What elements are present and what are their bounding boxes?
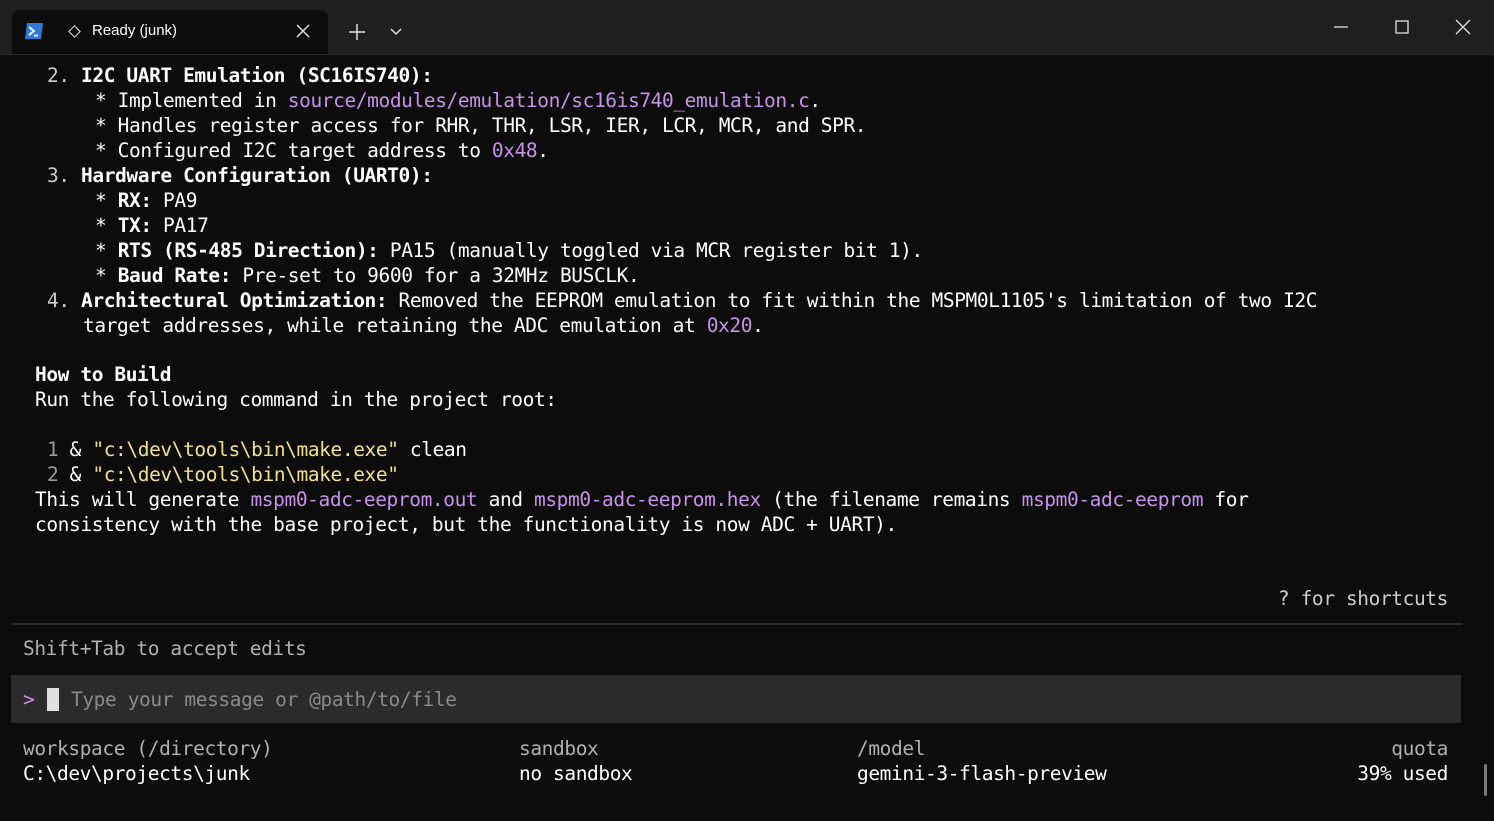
bullet-implemented: * Implemented in source/modules/emulatio… <box>95 88 821 113</box>
generate-line-2: consistency with the base project, but t… <box>35 513 897 536</box>
build-intro: Run the following command in the project… <box>35 388 557 411</box>
bullet-tx: * TX: PA17 <box>95 213 209 238</box>
operator: & <box>58 463 93 486</box>
value: PA15 (manually toggled via MCR register … <box>378 239 923 262</box>
value: PA9 <box>151 189 198 212</box>
value: PA17 <box>151 214 209 237</box>
bullet-rx: * RX: PA9 <box>95 188 197 213</box>
file-name: mspm0-adc-eeprom.out <box>250 488 478 511</box>
bullet: * <box>95 239 118 262</box>
text: target addresses, while retaining the AD… <box>83 314 707 337</box>
label: Baud Rate: <box>117 264 232 287</box>
line-number: 2 <box>47 463 59 486</box>
list-item-3: 3. Hardware Configuration (UART0): <box>47 163 433 188</box>
quota-label: quota <box>1391 737 1448 760</box>
workspace-path: C:\dev\projects\junk <box>23 762 250 785</box>
section-heading: How to Build <box>35 363 172 386</box>
bullet-registers: * Handles register access for RHR, THR, … <box>95 114 867 137</box>
hex-address: 0x48 <box>491 139 538 162</box>
new-tab-plus-icon[interactable] <box>346 21 368 43</box>
argument: clean <box>398 438 467 461</box>
string-literal: "c:\dev\tools\bin\make.exe" <box>92 438 399 461</box>
line-number: 1 <box>47 438 59 461</box>
text: . <box>752 314 764 337</box>
quota-usage: 39% used <box>1357 762 1448 785</box>
text: . <box>809 89 821 112</box>
list-item-2: 2. I2C UART Emulation (SC16IS740): <box>47 63 433 88</box>
code-line-2: 2 & "c:\dev\tools\bin\make.exe" <box>47 462 399 487</box>
accept-edits-hint: Shift+Tab to accept edits <box>23 637 307 660</box>
text: * Configured I2C target address to <box>95 139 492 162</box>
prompt-chevron: > <box>23 688 35 711</box>
sandbox-status: no sandbox <box>519 762 633 785</box>
maximize-icon[interactable] <box>1389 14 1415 40</box>
text-cursor <box>47 688 59 711</box>
list-number: 2. <box>47 64 70 87</box>
generate-line: This will generate mspm0-adc-eeprom.out … <box>35 487 1249 512</box>
file-name: mspm0-adc-eeprom.hex <box>533 488 761 511</box>
diamond-icon <box>68 25 81 38</box>
value: Pre-set to 9600 for a 32MHz BUSCLK. <box>231 264 640 287</box>
model-label: /model <box>857 737 926 760</box>
shortcuts-hint: ? for shortcuts <box>1277 587 1449 610</box>
bullet-address: * Configured I2C target address to 0x48. <box>95 138 549 163</box>
tab-title: Ready (junk) <box>92 22 178 39</box>
terminal-window: Ready (junk) 2. I2C UART Emulation (SC16… <box>0 0 1494 821</box>
bullet: * <box>95 189 118 212</box>
text: Removed the EEPROM emulation to fit with… <box>387 289 1318 312</box>
message-input[interactable]: > Type your message or @path/to/file <box>11 675 1461 723</box>
bullet: * <box>95 214 118 237</box>
powershell-icon <box>25 23 43 39</box>
label: RTS (RS-485 Direction): <box>117 239 379 262</box>
list-number: 4. <box>47 289 70 312</box>
bullet-baud: * Baud Rate: Pre-set to 9600 for a 32MHz… <box>95 263 640 288</box>
file-path: source/modules/emulation/sc16is740_emula… <box>287 89 810 112</box>
label: RX: <box>117 189 152 212</box>
model-name: gemini-3-flash-preview <box>857 762 1107 785</box>
string-literal: "c:\dev\tools\bin\make.exe" <box>92 463 399 486</box>
file-name: mspm0-adc-eeprom <box>1021 488 1204 511</box>
bullet-rts: * RTS (RS-485 Direction): PA15 (manually… <box>95 238 923 263</box>
chevron-down-icon[interactable] <box>387 23 405 41</box>
close-window-icon[interactable] <box>1450 14 1476 40</box>
text: for <box>1203 488 1249 511</box>
workspace-label: workspace (/directory) <box>23 737 273 760</box>
divider <box>12 623 1462 625</box>
list-item-4: 4. Architectural Optimization: Removed t… <box>47 288 1318 313</box>
list-title: I2C UART Emulation (SC16IS740): <box>81 64 433 87</box>
title-bar: Ready (junk) <box>0 0 1494 55</box>
label: TX: <box>117 214 152 237</box>
text: * Implemented in <box>95 89 288 112</box>
text: This will generate <box>35 488 251 511</box>
tab-ready-junk[interactable]: Ready (junk) <box>12 10 328 54</box>
list-title: Hardware Configuration (UART0): <box>81 164 433 187</box>
list-item-4-cont: target addresses, while retaining the AD… <box>83 313 764 338</box>
code-line-1: 1 & "c:\dev\tools\bin\make.exe" clean <box>47 437 467 462</box>
bullet: * <box>95 264 118 287</box>
list-number: 3. <box>47 164 70 187</box>
text: (the filename remains <box>760 488 1022 511</box>
text: and <box>477 488 534 511</box>
close-tab-icon[interactable] <box>292 20 314 42</box>
hex-address: 0x20 <box>706 314 753 337</box>
terminal-output: 2. I2C UART Emulation (SC16IS740): * Imp… <box>0 54 1494 821</box>
list-title: Architectural Optimization: <box>81 289 388 312</box>
operator: & <box>58 438 93 461</box>
minimize-icon[interactable] <box>1328 14 1354 40</box>
text: . <box>537 139 549 162</box>
sandbox-label: sandbox <box>519 737 599 760</box>
input-placeholder: Type your message or @path/to/file <box>71 688 457 711</box>
scrollbar-thumb[interactable] <box>1484 764 1487 796</box>
